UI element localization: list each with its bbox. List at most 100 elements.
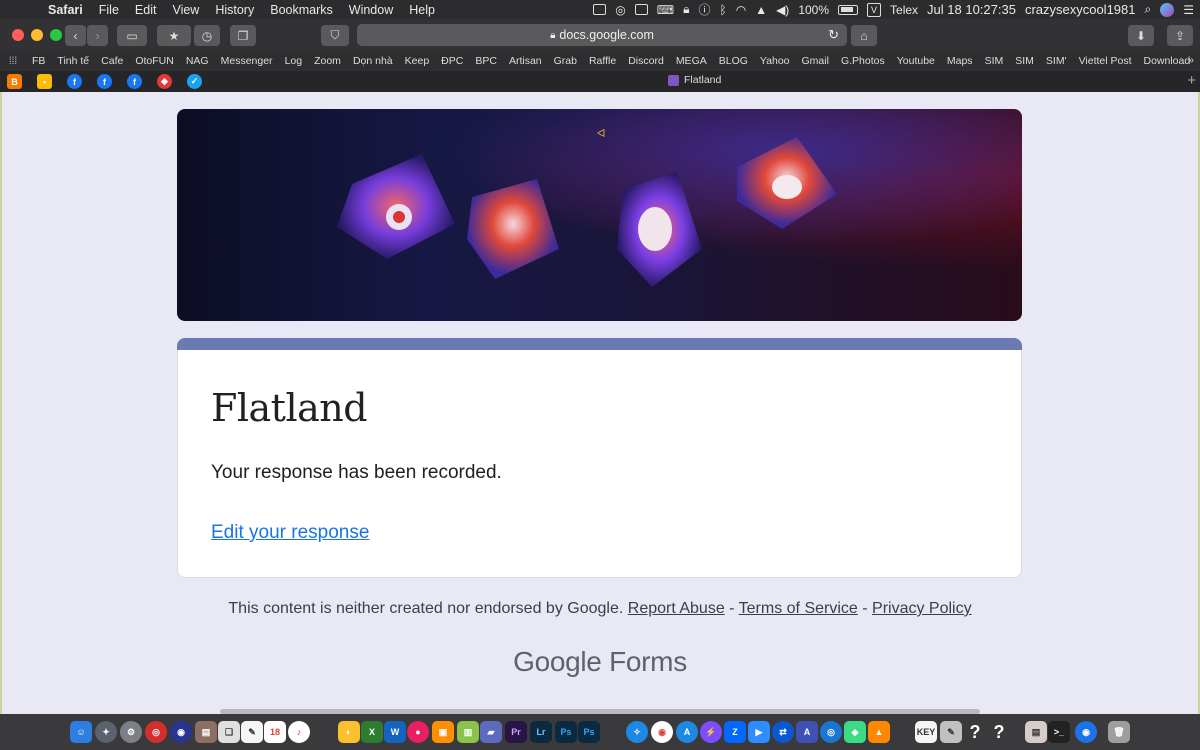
music-icon[interactable]: ♪ xyxy=(288,721,310,743)
zalo-icon[interactable]: Z xyxy=(724,721,746,743)
photoshop-icon[interactable]: Ps xyxy=(578,721,600,743)
bookmark-item[interactable]: Viettel Post xyxy=(1073,55,1138,67)
facebook-icon[interactable]: f xyxy=(97,74,112,89)
bookmark-item[interactable]: OtoFUN xyxy=(129,55,180,67)
menu-help[interactable]: Help xyxy=(401,3,443,17)
terms-of-service-link[interactable]: Terms of Service xyxy=(739,600,858,617)
keynote-icon[interactable]: KEY xyxy=(915,721,937,743)
shopee-icon[interactable]: ◆ xyxy=(157,74,172,89)
teamviewer-icon[interactable]: ⇄ xyxy=(772,721,794,743)
launchpad-icon[interactable]: ✦ xyxy=(95,721,117,743)
report-abuse-link[interactable]: Report Abuse xyxy=(628,600,725,617)
bookmark-item[interactable]: Dọn nhà xyxy=(347,55,399,67)
menu-view[interactable]: View xyxy=(164,3,207,17)
bookmark-item[interactable]: MEGA xyxy=(670,55,713,67)
app-icon[interactable]: ◎ xyxy=(820,721,842,743)
zoom-window-button[interactable] xyxy=(50,29,62,41)
excel-icon[interactable]: X xyxy=(361,721,383,743)
bookmark-item[interactable]: BLOG xyxy=(713,55,754,67)
forward-button[interactable]: › xyxy=(87,25,108,46)
facebook-icon[interactable]: f xyxy=(67,74,82,89)
close-window-button[interactable] xyxy=(12,29,24,41)
photo-app-icon[interactable]: ▣ xyxy=(432,721,454,743)
app-icon[interactable]: ● xyxy=(407,721,429,743)
screen-record-icon[interactable] xyxy=(593,4,607,15)
help-icon[interactable]: ? xyxy=(964,721,986,743)
active-tab[interactable]: Flatland xyxy=(668,74,721,86)
word-icon[interactable]: W xyxy=(384,721,406,743)
vlc-icon[interactable]: ▲ xyxy=(868,721,890,743)
network-app-icon[interactable]: ◉ xyxy=(170,721,192,743)
menu-file[interactable]: File xyxy=(91,3,127,17)
keep-icon[interactable]: ▪ xyxy=(37,74,52,89)
bookmark-item[interactable]: Raffle xyxy=(583,55,622,67)
downloads-icon[interactable]: ⬇ xyxy=(1128,25,1154,46)
premiere-icon[interactable]: Pr xyxy=(505,721,527,743)
bookmark-item[interactable]: Artisan xyxy=(503,55,548,67)
chrome-icon[interactable]: ◉ xyxy=(651,721,673,743)
blogger-icon[interactable]: B xyxy=(7,74,22,89)
keyboard-icon[interactable]: ⌨ xyxy=(657,3,674,17)
bookmark-item[interactable]: Grab xyxy=(548,55,583,67)
battery-icon[interactable] xyxy=(838,4,859,15)
app-store-icon[interactable]: A xyxy=(676,721,698,743)
folder-icon[interactable]: ▰ xyxy=(480,721,502,743)
input-method-label[interactable]: Telex xyxy=(890,3,918,17)
tab-overview-icon[interactable]: ❐ xyxy=(230,25,256,46)
bookmark-item[interactable]: Messenger xyxy=(215,55,279,67)
facebook-icon[interactable]: f xyxy=(127,74,142,89)
wifi-icon[interactable]: ◠ xyxy=(736,3,746,17)
bluetooth-icon[interactable]: ᛒ xyxy=(720,3,727,17)
bookmark-item[interactable]: SIM xyxy=(1009,55,1040,67)
messenger-icon[interactable]: ⚡ xyxy=(700,721,722,743)
system-preferences-icon[interactable]: ⚙ xyxy=(120,721,142,743)
bookmark-item[interactable]: Keep xyxy=(399,55,436,67)
lock-icon[interactable]: 🔒︎ xyxy=(683,2,689,17)
home-icon[interactable]: ⌂ xyxy=(851,25,877,46)
preview-icon[interactable]: ❏ xyxy=(218,721,240,743)
input-method-badge[interactable]: V xyxy=(867,2,882,17)
disk-utility-icon[interactable]: ✎ xyxy=(940,721,962,743)
finder-icon[interactable]: ☺ xyxy=(70,721,92,743)
bookmark-item[interactable]: NAG xyxy=(180,55,215,67)
menu-history[interactable]: History xyxy=(207,3,262,17)
textedit-icon[interactable]: ✎ xyxy=(241,721,263,743)
sidebar-icon[interactable]: ▭ xyxy=(117,25,147,46)
clock[interactable]: Jul 18 10:27:35 xyxy=(927,2,1016,17)
window-icon[interactable] xyxy=(634,4,648,15)
battery-percent[interactable]: 100% xyxy=(798,3,829,17)
archive-app-icon[interactable]: ▤ xyxy=(195,721,217,743)
back-button[interactable]: ‹ xyxy=(65,25,86,46)
bookmark-item[interactable]: Youtube xyxy=(891,55,941,67)
bookmark-item[interactable]: G.Photos xyxy=(835,55,891,67)
history-icon[interactable]: ◷ xyxy=(194,25,220,46)
creative-cloud-icon[interactable]: ◎ xyxy=(615,3,625,17)
documents-stack-icon[interactable]: ▤ xyxy=(1025,721,1047,743)
anydesk-icon[interactable]: A xyxy=(796,721,818,743)
vpn-app-icon[interactable]: ◎ xyxy=(145,721,167,743)
edit-response-link[interactable]: Edit your response xyxy=(211,522,369,544)
bookmark-item[interactable]: SIM' xyxy=(1040,55,1073,67)
address-bar[interactable]: 🔒︎ docs.google.com ↻ xyxy=(357,24,847,46)
terminal-icon[interactable]: >_ xyxy=(1048,721,1070,743)
bookmark-item[interactable]: ĐPC xyxy=(435,55,469,67)
bookmark-item[interactable]: Yahoo xyxy=(754,55,796,67)
menu-window[interactable]: Window xyxy=(341,3,401,17)
zoom-app-icon[interactable]: ▶ xyxy=(748,721,770,743)
lightroom-icon[interactable]: Lr xyxy=(530,721,552,743)
volume-icon[interactable]: ◀) xyxy=(776,3,789,17)
bookmark-item[interactable]: Log xyxy=(279,55,309,67)
user-name[interactable]: crazysexycool1981 xyxy=(1025,2,1136,17)
bookmark-item[interactable]: Gmail xyxy=(796,55,835,67)
menu-app-safari[interactable]: Safari xyxy=(40,3,91,17)
google-forms-logo[interactable]: Google Forms xyxy=(2,646,1198,678)
bookmark-item[interactable]: Zoom xyxy=(308,55,347,67)
menu-edit[interactable]: Edit xyxy=(127,3,165,17)
app-icon[interactable]: ◉ xyxy=(1075,721,1097,743)
photoshop-icon[interactable]: Ps xyxy=(555,721,577,743)
airplay-icon[interactable]: ▲ xyxy=(755,3,767,17)
apps-grid-icon[interactable]: ⁞⁞⁞ xyxy=(0,56,26,67)
privacy-policy-link[interactable]: Privacy Policy xyxy=(872,600,972,617)
bookmarks-overflow-icon[interactable]: » xyxy=(1188,54,1194,66)
tips-icon[interactable]: ◐ xyxy=(338,721,360,743)
